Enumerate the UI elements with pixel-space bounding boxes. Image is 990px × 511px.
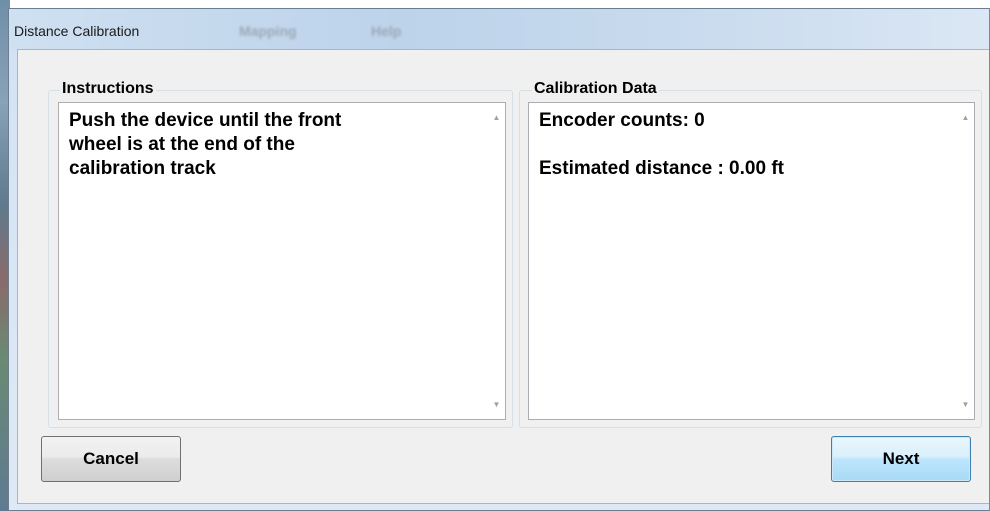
instructions-text: Push the device until the front wheel is… [69, 109, 341, 181]
instructions-line: calibration track [69, 158, 216, 179]
instructions-label: Instructions [60, 80, 156, 98]
scroll-down-arrow-icon[interactable]: ▼ [957, 396, 974, 413]
scroll-down-arrow-icon[interactable]: ▼ [488, 396, 505, 413]
instructions-textbox[interactable]: Push the device until the front wheel is… [58, 102, 506, 420]
cancel-button[interactable]: Cancel [41, 436, 181, 482]
instructions-line: Push the device until the front [69, 110, 342, 131]
dialog-client-area: Instructions Push the device until the f… [17, 49, 990, 504]
background-menu-mapping: Mapping [239, 23, 297, 39]
instructions-scrollbar[interactable]: ▲ ▼ [488, 103, 505, 419]
scroll-up-arrow-icon[interactable]: ▲ [488, 109, 505, 126]
title-bar[interactable]: Distance Calibration Mapping Help [9, 9, 990, 49]
encoder-counts-readout: Encoder counts: 0 [539, 110, 705, 131]
instructions-line: wheel is at the end of the [69, 134, 295, 155]
background-menu-help: Help [371, 23, 402, 39]
calibration-data-scrollbar[interactable]: ▲ ▼ [957, 103, 974, 419]
calibration-data-text: Encoder counts: 0 Estimated distance : 0… [539, 109, 784, 181]
calibration-dialog: Distance Calibration Mapping Help Instru… [8, 8, 990, 511]
estimated-distance-readout: Estimated distance : 0.00 ft [539, 158, 784, 179]
scroll-up-arrow-icon[interactable]: ▲ [957, 109, 974, 126]
calibration-data-textbox[interactable]: Encoder counts: 0 Estimated distance : 0… [528, 102, 975, 420]
next-button[interactable]: Next [831, 436, 971, 482]
calibration-data-label: Calibration Data [532, 80, 659, 98]
window-title: Distance Calibration [14, 23, 140, 39]
